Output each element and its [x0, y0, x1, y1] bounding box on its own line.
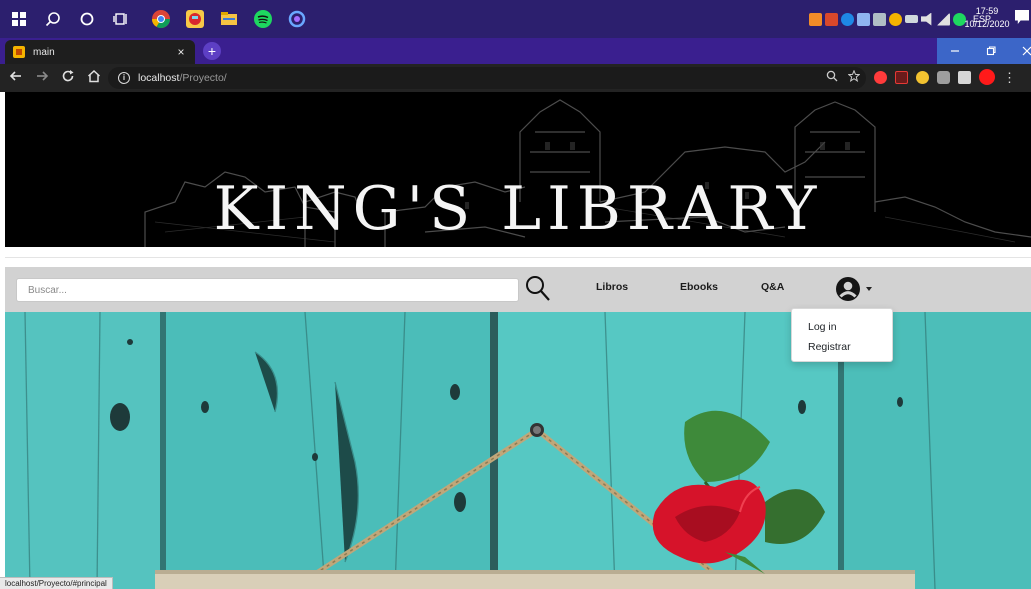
search-icon — [526, 276, 550, 301]
star-icon[interactable] — [848, 70, 860, 82]
pdf-extension-icon[interactable] — [895, 70, 908, 84]
task-view-icon[interactable] — [106, 4, 136, 34]
tab-close-icon[interactable]: × — [173, 45, 189, 59]
nav-link-libros[interactable]: Libros — [596, 281, 628, 293]
search-icon[interactable] — [38, 4, 68, 34]
browser-toolbar: i localhost /Proyecto/ ⋮ — [0, 64, 1031, 92]
chrome-icon[interactable] — [146, 4, 176, 34]
user-menu-toggle[interactable] — [835, 276, 872, 302]
grey-extension-icon[interactable] — [937, 70, 950, 84]
taskbar-clock[interactable]: 17:59 10/12/2020 — [957, 5, 1017, 31]
wifi-icon[interactable] — [936, 12, 950, 26]
browser-status-bar: localhost/Proyecto/#principal — [0, 577, 113, 589]
restore-button[interactable] — [973, 38, 1009, 64]
menu-dots-icon[interactable]: ⋮ — [1003, 71, 1016, 84]
windows-start-icon[interactable] — [4, 4, 34, 34]
game-icon[interactable] — [180, 4, 210, 34]
search-input[interactable] — [16, 278, 519, 302]
profile-avatar-icon[interactable] — [979, 69, 995, 85]
windows-taskbar: ESP 17:59 10/12/2020 — [0, 0, 1031, 38]
site-title: KING'S LIBRARY — [213, 174, 823, 244]
minimize-button[interactable] — [937, 38, 973, 64]
cortana-icon[interactable] — [72, 4, 102, 34]
tray-app-icon[interactable] — [824, 12, 838, 26]
forward-arrow-icon[interactable] — [32, 68, 52, 88]
menu-item-login[interactable]: Log in — [792, 317, 892, 337]
yellow-extension-icon[interactable] — [916, 70, 929, 84]
xampp-favicon-icon — [13, 46, 25, 58]
spotify-icon[interactable] — [248, 4, 278, 34]
bluetooth-icon[interactable] — [840, 12, 854, 26]
chevron-down-icon — [866, 287, 872, 291]
tray-monitor-icon[interactable] — [872, 12, 886, 26]
menu-item-register[interactable]: Registrar — [792, 337, 892, 357]
app-icon[interactable] — [282, 4, 312, 34]
reload-icon[interactable] — [58, 68, 78, 88]
extensions-area: ⋮ — [874, 69, 1016, 85]
clock-date: 10/12/2020 — [964, 19, 1010, 29]
zoom-icon[interactable] — [826, 70, 838, 82]
nav-link-qa[interactable]: Q&A — [761, 281, 784, 293]
volume-icon[interactable] — [920, 12, 932, 26]
back-arrow-icon[interactable] — [6, 68, 26, 88]
clock-time: 17:59 — [975, 6, 999, 16]
user-dropdown-menu: Log in Registrar — [791, 308, 893, 362]
tray-xampp-icon[interactable] — [808, 12, 822, 26]
web-page: KING'S LIBRARY Libros Ebooks Q&A — [5, 92, 1031, 589]
puzzle-extension-icon[interactable] — [958, 70, 971, 84]
tray-tool-icon[interactable] — [856, 12, 870, 26]
url-host: localhost — [138, 72, 180, 84]
close-window-button[interactable] — [1009, 38, 1031, 64]
battery-icon[interactable] — [904, 15, 918, 23]
address-bar[interactable]: i localhost /Proyecto/ — [108, 67, 866, 89]
user-icon — [836, 277, 860, 301]
opera-extension-icon[interactable] — [874, 70, 887, 84]
site-banner: KING'S LIBRARY — [5, 92, 1031, 247]
tab-title: main — [33, 46, 55, 58]
main-navbar: Libros Ebooks Q&A — [5, 267, 1031, 312]
notifications-icon[interactable] — [1015, 10, 1029, 24]
tray-chrome-icon[interactable] — [888, 12, 902, 26]
search-button[interactable] — [525, 275, 551, 303]
info-icon[interactable]: i — [118, 72, 130, 84]
home-icon[interactable] — [84, 68, 104, 88]
browser-tab-strip: main × + — [0, 38, 1031, 64]
explorer-icon[interactable] — [214, 4, 244, 34]
url-path: /Proyecto/ — [179, 72, 227, 84]
divider — [5, 257, 1031, 258]
nav-link-ebooks[interactable]: Ebooks — [680, 281, 718, 293]
browser-tab[interactable]: main × — [5, 40, 195, 64]
new-tab-button[interactable]: + — [203, 42, 221, 60]
